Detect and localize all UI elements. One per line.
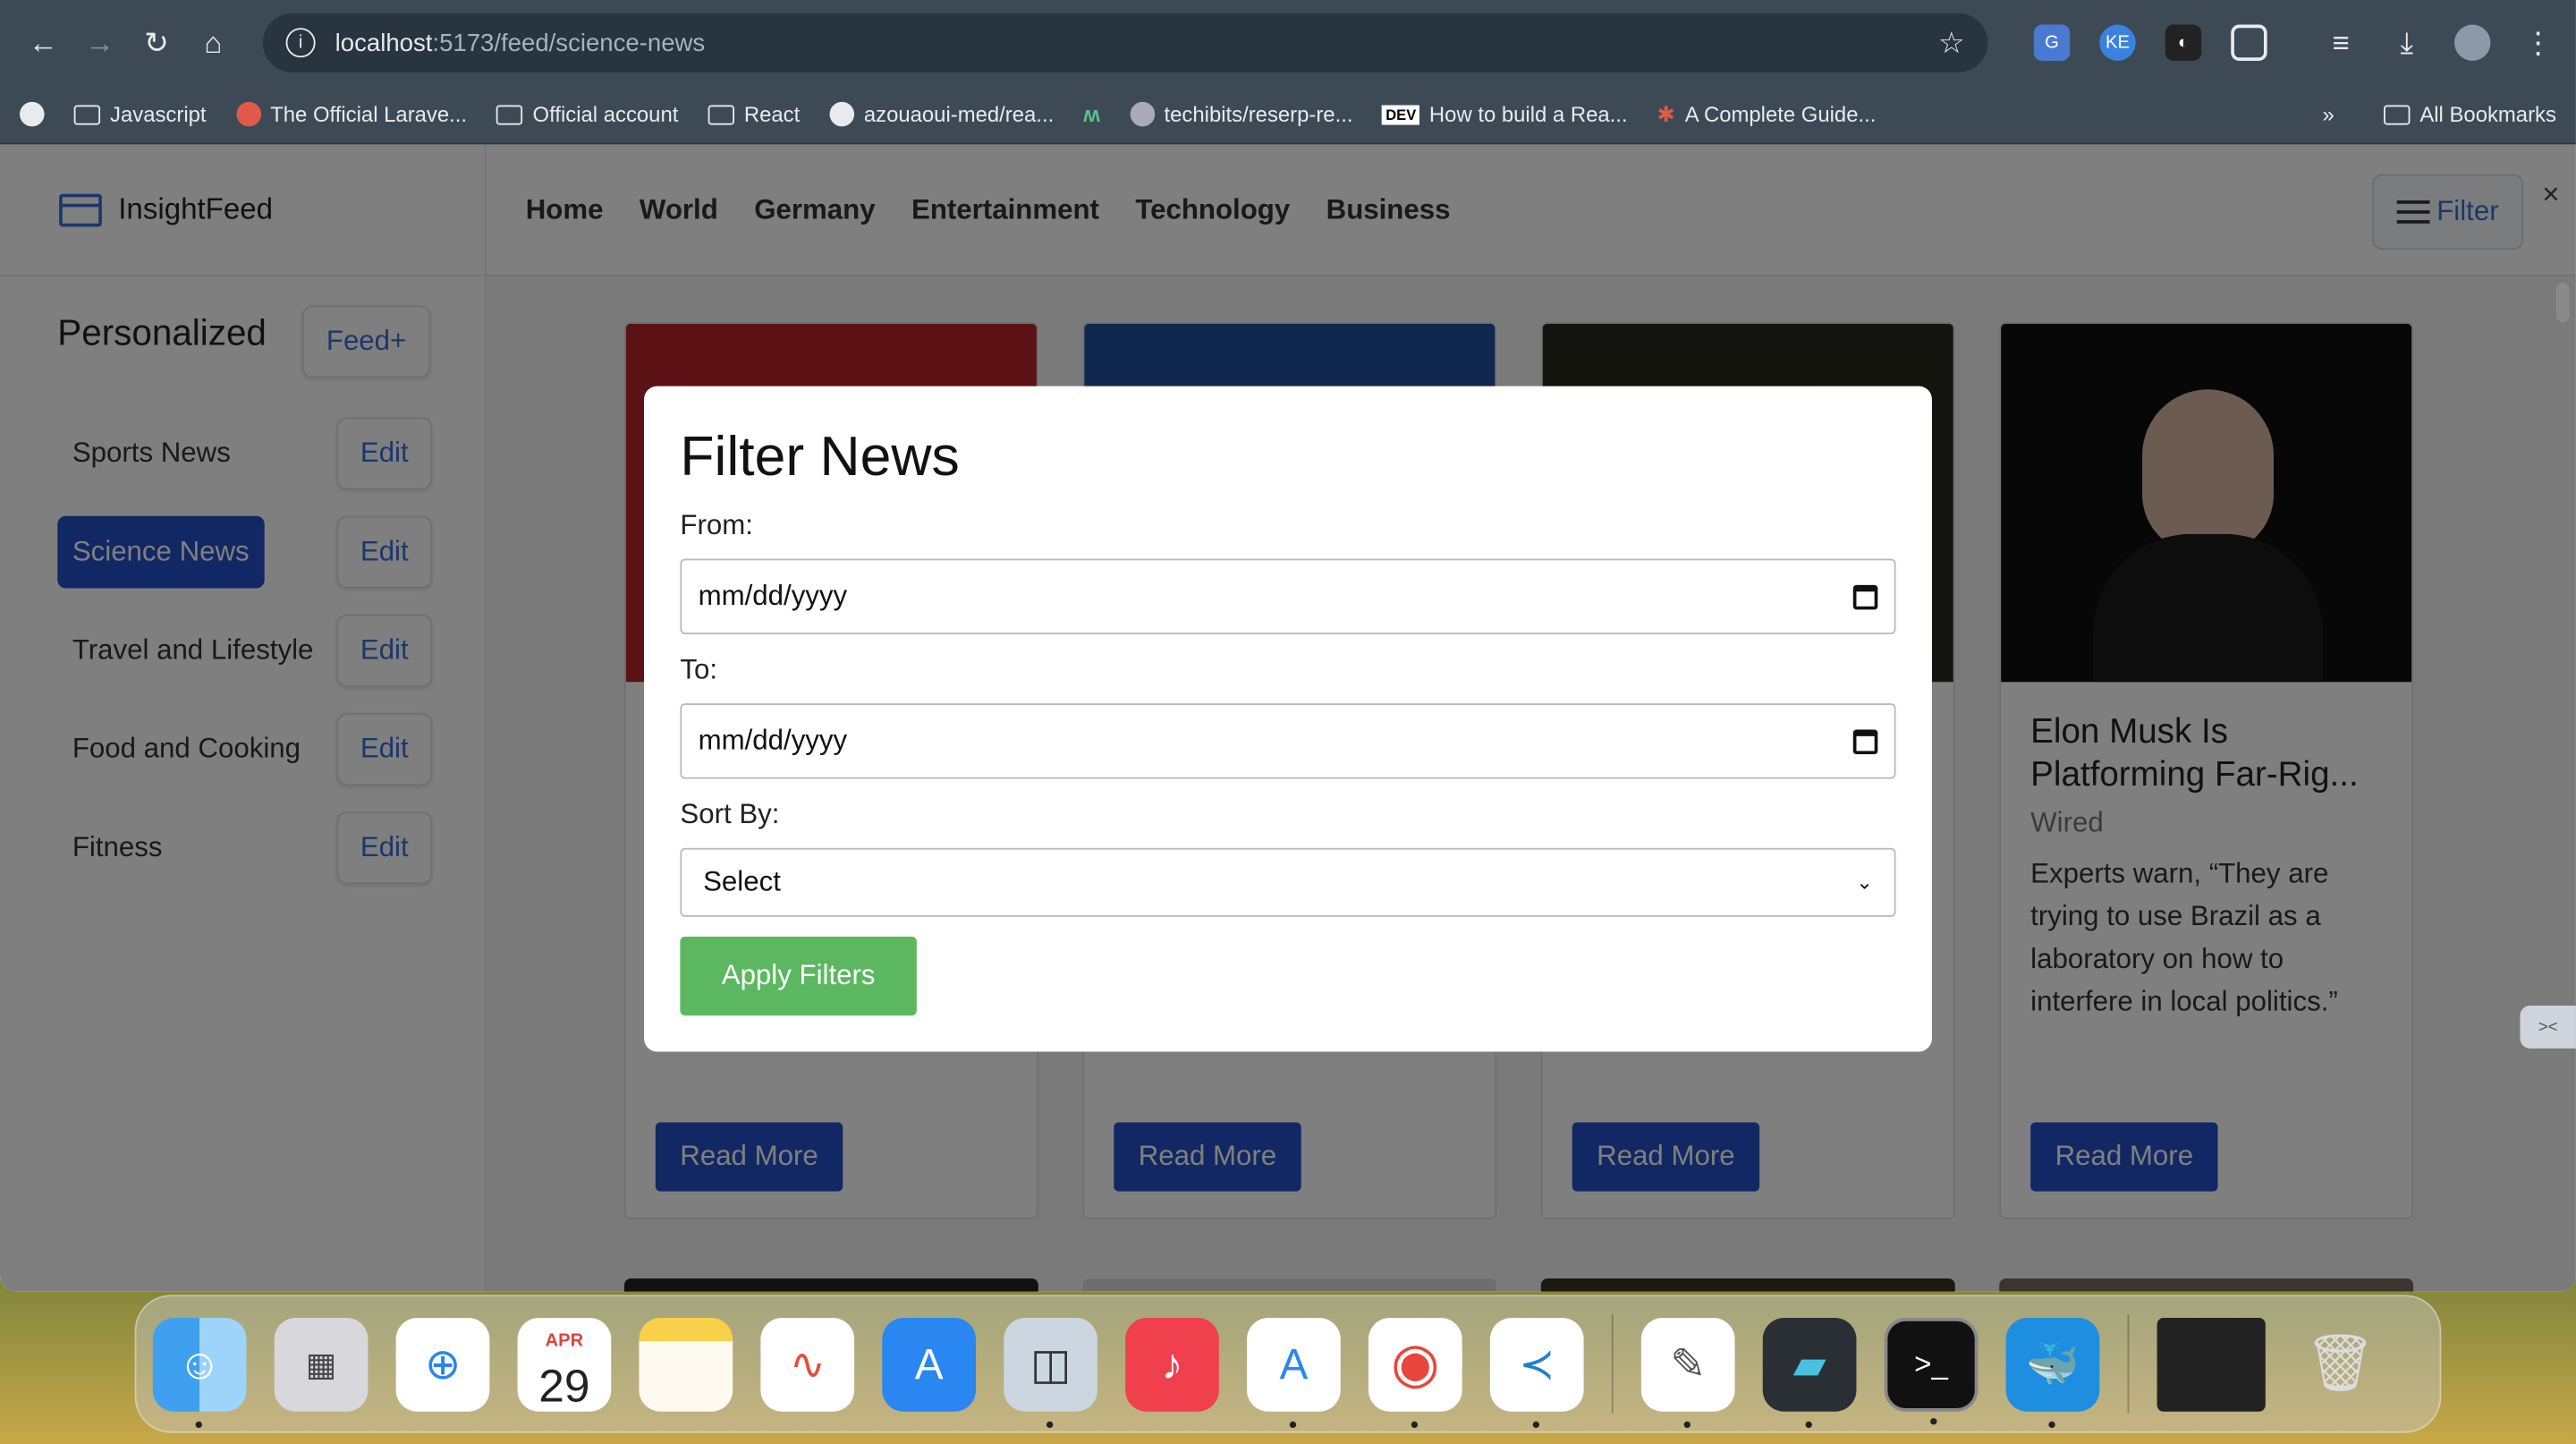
bookmark-label: A Complete Guide... bbox=[1684, 101, 1877, 127]
scrollbar[interactable] bbox=[2555, 282, 2570, 322]
bookmark-javascript[interactable]: Javascript bbox=[73, 101, 207, 127]
from-date-input[interactable]: mm/dd/yyyy bbox=[680, 558, 1896, 634]
dock-divider bbox=[1611, 1314, 1614, 1414]
forward-icon[interactable]: → bbox=[76, 18, 123, 67]
freeform-icon[interactable]: ∿ bbox=[760, 1317, 855, 1411]
app-store-icon[interactable]: A bbox=[882, 1317, 976, 1411]
vscode-icon[interactable]: ≺ bbox=[1489, 1317, 1584, 1428]
calendar-icon[interactable] bbox=[1852, 728, 1878, 754]
date-placeholder: mm/dd/yyyy bbox=[698, 580, 848, 612]
bookmark-label: How to build a Rea... bbox=[1428, 101, 1628, 127]
trash-icon[interactable]: 🗑 bbox=[2293, 1317, 2387, 1411]
github-icon bbox=[829, 101, 854, 127]
ke-extension-icon[interactable]: KE bbox=[2099, 24, 2136, 61]
bookmark-laravel[interactable]: The Official Larave... bbox=[235, 101, 468, 127]
sort-select[interactable]: Select ⌄ bbox=[680, 847, 1896, 917]
chevron-down-icon: ⌄ bbox=[1856, 871, 1873, 895]
address-bar[interactable]: i localhost:5173/feed/science-news ☆ bbox=[262, 13, 1988, 72]
bookmark-m[interactable]: ʍ bbox=[1083, 102, 1100, 127]
instruments-icon[interactable]: A bbox=[1247, 1317, 1341, 1428]
calendar-icon[interactable]: APR 29 bbox=[517, 1317, 612, 1412]
filter-modal: Filter News From: mm/dd/yyyy To: mm/dd/y… bbox=[643, 386, 1932, 1052]
reload-icon[interactable]: ↻ bbox=[133, 18, 180, 67]
bookmarks-bar: Javascript The Official Larave... Offici… bbox=[0, 85, 2576, 145]
preview-icon[interactable]: ◫ bbox=[1004, 1317, 1097, 1428]
textedit-icon[interactable]: ✎ bbox=[1640, 1317, 1735, 1428]
bookmark-techibits[interactable]: techibits/reserp-re... bbox=[1129, 101, 1353, 127]
bookmark-star-icon[interactable]: ☆ bbox=[1938, 25, 1965, 60]
music-icon[interactable]: ♪ bbox=[1125, 1317, 1219, 1411]
bookmark-label: Official account bbox=[532, 101, 679, 127]
bookmark-complete-guide[interactable]: ✱ A Complete Guide... bbox=[1657, 101, 1877, 127]
apply-filters-button[interactable]: Apply Filters bbox=[680, 936, 917, 1016]
all-bookmarks[interactable]: All Bookmarks bbox=[2383, 101, 2556, 127]
to-date-input[interactable]: mm/dd/yyyy bbox=[680, 703, 1896, 779]
dev-logo-icon: DEV bbox=[1382, 104, 1419, 124]
bookmark-react[interactable]: React bbox=[708, 101, 801, 127]
more-bookmarks-chevron[interactable]: » bbox=[2323, 102, 2334, 127]
calendar-month: APR bbox=[545, 1330, 584, 1351]
chrome-icon[interactable]: ◉ bbox=[1368, 1317, 1462, 1428]
side-panel-tab-icon[interactable]: >< bbox=[2520, 1006, 2576, 1049]
terminal-icon[interactable]: >_ bbox=[1884, 1317, 1979, 1424]
date-placeholder: mm/dd/yyyy bbox=[698, 724, 848, 756]
folder-icon bbox=[2383, 104, 2411, 124]
bookmark-label: The Official Larave... bbox=[270, 101, 468, 127]
site-info-icon[interactable]: i bbox=[285, 28, 316, 58]
url-host: localhost bbox=[335, 29, 433, 57]
safari-icon[interactable]: ⊕ bbox=[395, 1317, 490, 1411]
rocket-icon bbox=[235, 101, 261, 127]
launchpad-icon[interactable]: ▦ bbox=[274, 1317, 369, 1411]
sidecar-icon[interactable]: ▰ bbox=[1762, 1317, 1857, 1428]
reading-list-icon[interactable]: ≡ bbox=[2323, 25, 2359, 61]
extensions-puzzle-icon[interactable] bbox=[2231, 24, 2267, 61]
home-icon[interactable]: ⌂ bbox=[190, 18, 236, 67]
url-path: :5173/feed/science-news bbox=[432, 29, 706, 57]
folder-icon bbox=[708, 104, 734, 124]
sort-value: Select bbox=[703, 865, 781, 897]
notes-icon[interactable] bbox=[639, 1317, 733, 1411]
browser-toolbar: ← → ↻ ⌂ i localhost:5173/feed/science-ne… bbox=[0, 0, 2576, 86]
bookmark-label: React bbox=[743, 101, 801, 127]
bookmark-azouaoui[interactable]: azouaoui-med/rea... bbox=[829, 101, 1055, 127]
translate-extension-icon[interactable]: G bbox=[2033, 24, 2071, 61]
bookmark-label: techibits/reserp-re... bbox=[1164, 101, 1353, 127]
bookmark-label: azouaoui-med/rea... bbox=[863, 101, 1055, 127]
macos-dock: ☺ ▦ ⊕ APR 29 ∿ A ◫ ♪ A ◉ ≺ ✎ ▰ >_ 🐳 🗑 bbox=[134, 1295, 2442, 1433]
finder-icon[interactable]: ☺ bbox=[152, 1317, 247, 1428]
docker-icon[interactable]: 🐳 bbox=[2005, 1317, 2100, 1428]
back-icon[interactable]: ← bbox=[20, 18, 66, 67]
calendar-icon[interactable] bbox=[1852, 583, 1878, 609]
apps-globe-icon[interactable] bbox=[20, 101, 45, 127]
asterisk-icon: ✱ bbox=[1657, 100, 1675, 126]
modal-title: Filter News bbox=[680, 425, 960, 488]
folder-icon bbox=[496, 104, 523, 124]
bookmark-label: Javascript bbox=[110, 101, 207, 127]
to-label: To: bbox=[680, 654, 718, 685]
from-label: From: bbox=[680, 509, 753, 541]
calendar-day: 29 bbox=[538, 1360, 590, 1412]
incognito-extension-icon[interactable]: ◐ bbox=[2165, 24, 2202, 61]
browser-window: ← → ↻ ⌂ i localhost:5173/feed/science-ne… bbox=[0, 0, 2576, 1292]
folder-icon bbox=[73, 104, 101, 124]
all-bookmarks-label: All Bookmarks bbox=[2419, 101, 2556, 127]
kebab-menu-icon[interactable]: ⋮ bbox=[2520, 25, 2555, 61]
window-thumbnail[interactable] bbox=[2157, 1317, 2266, 1411]
dock-divider bbox=[2127, 1314, 2130, 1414]
sort-label: Sort By: bbox=[680, 798, 780, 830]
bookmark-dev[interactable]: DEV How to build a Rea... bbox=[1382, 101, 1628, 127]
download-icon[interactable]: ⤓ bbox=[2389, 25, 2425, 61]
github-icon bbox=[1129, 101, 1155, 127]
profile-avatar[interactable] bbox=[2454, 24, 2491, 61]
bookmark-official-account[interactable]: Official account bbox=[496, 101, 679, 127]
m-logo-icon: ʍ bbox=[1083, 101, 1100, 127]
